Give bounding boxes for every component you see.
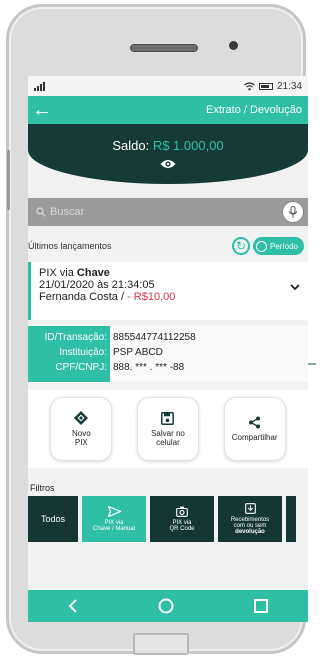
filter-received[interactable]: Recebimentos com ou sem devolução [218, 496, 282, 542]
transaction-separator: / [120, 291, 125, 303]
balance-label: Saldo: [112, 138, 150, 153]
back-arrow-icon[interactable]: ← [32, 100, 52, 120]
details-value-id: 885544774112258 [113, 332, 196, 343]
save-label: Salvar no celular [151, 429, 185, 447]
new-pix-button[interactable]: Novo PIX [50, 397, 113, 461]
page-title: Extrato / Devolução [206, 104, 302, 116]
save-label-line1: Salvar no [151, 428, 185, 438]
transaction-amount: - R$10,00 [127, 291, 176, 303]
filter-received-line2-bold: devolução [235, 529, 265, 535]
new-pix-label-line1: Novo [71, 429, 91, 438]
save-icon [161, 411, 175, 425]
filter-pix-qrcode[interactable]: PIX via QR Code [150, 496, 214, 542]
period-label: Período [269, 241, 298, 251]
phone-camera [229, 41, 238, 50]
share-label: Compartilhar [231, 433, 278, 442]
status-right: 21:34 [244, 81, 302, 92]
phone-side-button [7, 150, 10, 210]
transaction-card[interactable]: PIX via Chave 21/01/2020 às 21:34:05 Fer… [28, 262, 308, 320]
filters-label: Filtros [28, 480, 308, 496]
filters-row: Todos PIX via Chave / Manual PIX via QR … [28, 496, 308, 542]
details-values: 885544774112258 PSP ABCD 888. *** . *** … [110, 326, 196, 382]
nav-back-icon[interactable] [68, 599, 78, 613]
search-bar[interactable]: Buscar [28, 198, 308, 226]
app-bar: ← Extrato / Devolução [28, 96, 308, 124]
battery-icon [258, 82, 273, 90]
period-button[interactable]: Período [252, 237, 304, 255]
transaction-type: PIX via Chave [39, 267, 300, 279]
transaction-datetime: 21/01/2020 às 21:34:05 [39, 279, 155, 291]
share-button[interactable]: Compartilhar [223, 397, 286, 461]
balance-amount: R$ 1.000,00 [152, 138, 224, 153]
launches-heading: Últimos lançamentos [28, 241, 112, 251]
actions-row: Novo PIX Salvar no celular Compartilhar [28, 390, 308, 468]
status-time: 21:34 [276, 80, 302, 92]
camera-icon [176, 506, 188, 517]
filter-next-partial[interactable] [286, 496, 296, 542]
details-value-institution: PSP ABCD [113, 347, 163, 358]
new-pix-label: Novo PIX [72, 429, 91, 447]
phone-home-button[interactable] [133, 633, 189, 655]
transaction-name: Fernanda Costa [39, 291, 118, 303]
status-bar: 21:34 [28, 76, 308, 96]
transaction-details: ID/Transação: Instituição: CPF/CNPJ: 885… [28, 326, 308, 382]
chevron-down-icon[interactable] [290, 284, 300, 291]
save-on-phone-button[interactable]: Salvar no celular [136, 397, 199, 461]
eye-icon[interactable] [160, 159, 176, 169]
nav-home-icon[interactable] [158, 598, 174, 614]
signal-icon [34, 81, 45, 91]
details-labels: ID/Transação: Instituição: CPF/CNPJ: [28, 326, 110, 382]
filter-all[interactable]: Todos [28, 496, 78, 542]
wifi-icon [244, 81, 255, 90]
search-input[interactable]: Buscar [36, 206, 84, 218]
save-label-line2: celular [156, 437, 180, 447]
details-label-institution: Instituição: [59, 347, 107, 358]
share-icon [249, 416, 261, 429]
launches-actions: ↻ Período [231, 237, 304, 255]
details-label-cpf: CPF/CNPJ: [55, 362, 107, 373]
filter-pix-qrcode-label: PIX via QR Code [169, 520, 194, 532]
balance-panel: Saldo: R$ 1.000,00 [28, 124, 308, 184]
download-icon [244, 503, 256, 514]
phone-speaker [130, 44, 198, 52]
microphone-icon[interactable] [282, 201, 304, 223]
nav-recents-icon[interactable] [254, 599, 268, 613]
refresh-icon[interactable]: ↻ [231, 237, 250, 255]
filter-received-label: Recebimentos com ou sem devolução [218, 517, 282, 535]
pix-icon [74, 411, 89, 425]
launches-header: Últimos lançamentos ↻ Período [28, 226, 308, 256]
filter-pix-qrcode-line2: QR Code [169, 526, 195, 532]
search-icon [36, 207, 46, 217]
filter-all-label: Todos [40, 514, 66, 524]
app-screen: 21:34 ← Extrato / Devolução Saldo: R$ 1.… [28, 76, 308, 622]
send-icon [107, 506, 121, 517]
search-placeholder: Buscar [50, 206, 85, 218]
transaction-party: Fernanda Costa / - R$10,00 [39, 291, 300, 303]
filter-pix-chave[interactable]: PIX via Chave / Manual [82, 496, 146, 542]
new-pix-label-line2: PIX [74, 438, 88, 447]
filter-pix-chave-line2: Chave / Manual [92, 526, 136, 532]
transaction-type-bold: Chave [76, 267, 110, 279]
filter-pix-chave-label: PIX via Chave / Manual [93, 520, 135, 532]
filter-received-line2: com ou sem devolução [218, 523, 282, 535]
transaction-type-prefix: PIX via [39, 267, 77, 279]
android-nav-bar [28, 590, 308, 622]
calendar-icon [255, 240, 267, 252]
details-value-cpf: 888. *** . *** -88 [113, 362, 185, 373]
details-label-id: ID/Transação: [44, 332, 107, 343]
